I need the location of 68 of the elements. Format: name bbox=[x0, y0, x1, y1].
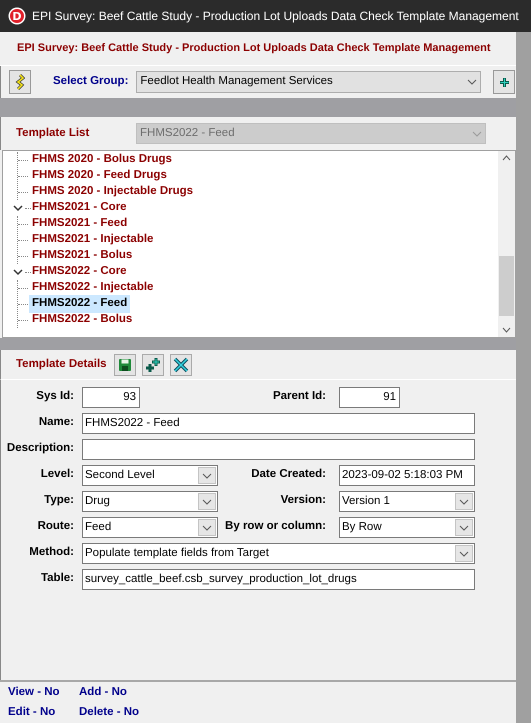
field-label: By row or column: bbox=[224, 519, 326, 534]
tree-item[interactable]: FHMS 2020 - Feed Drugs bbox=[29, 167, 170, 185]
add-button[interactable] bbox=[493, 70, 516, 94]
permission-text: Add - No bbox=[79, 684, 128, 700]
tree-node[interactable]: FHMS2021 - Core bbox=[31, 199, 128, 217]
chevron-down-icon[interactable] bbox=[13, 267, 23, 277]
app-logo-icon: D bbox=[8, 7, 26, 25]
tree-item[interactable]: FHMS2022 - Injectable bbox=[29, 279, 156, 297]
save-button[interactable] bbox=[114, 354, 136, 376]
select-group-label: Select Group: bbox=[53, 74, 128, 90]
field-label: Type: bbox=[43, 493, 74, 508]
page-heading: EPI Survey: Beef Cattle Study - Production Lot Uploads Data Check Template Management bbox=[17, 41, 490, 56]
field-label: Sys Id: bbox=[35, 389, 74, 404]
field-label: Description: bbox=[6, 441, 74, 456]
field-label: Date Created: bbox=[250, 467, 326, 482]
permission-text: Edit - No bbox=[8, 705, 56, 720]
chevron-down-icon bbox=[459, 498, 469, 504]
dropdown[interactable]: Second Level bbox=[82, 465, 218, 486]
field-label: Method: bbox=[28, 545, 74, 560]
permission-text: View - No bbox=[8, 684, 61, 700]
tree-node[interactable]: FHMS2022 - Core bbox=[31, 263, 128, 281]
cross-icon bbox=[172, 356, 189, 372]
group-dropdown[interactable]: Feedlot Health Management Services bbox=[136, 71, 482, 93]
scrollbar-thumb[interactable] bbox=[499, 256, 514, 316]
field-label: Level: bbox=[40, 467, 74, 482]
tree-item[interactable]: FHMS2021 - Bolus bbox=[29, 247, 136, 265]
tree-item[interactable]: FHMS 2020 - Bolus Drugs bbox=[29, 151, 175, 169]
scrollbar[interactable] bbox=[498, 151, 515, 337]
delete-button[interactable] bbox=[170, 354, 192, 376]
scrollbar-track[interactable] bbox=[516, 32, 531, 723]
field-label: Parent Id: bbox=[272, 389, 326, 404]
chevron-down-icon bbox=[202, 498, 212, 504]
field-label: Name: bbox=[38, 415, 74, 430]
field-label: Table: bbox=[40, 571, 74, 586]
field-label: Version: bbox=[280, 493, 326, 508]
chevron-down-icon bbox=[467, 79, 478, 85]
tree-item[interactable]: FHMS2021 - Feed bbox=[29, 215, 130, 233]
plus-icon bbox=[498, 76, 510, 88]
text-field[interactable]: survey_cattle_beef.csb_survey_production_lot_drugs bbox=[82, 569, 475, 590]
chevron-down-icon[interactable] bbox=[502, 327, 511, 333]
text-field[interactable] bbox=[82, 439, 475, 460]
text-field[interactable]: 2023-09-02 5:18:03 PM bbox=[339, 465, 475, 486]
add-child-button[interactable] bbox=[142, 354, 164, 376]
dropdown[interactable]: Populate template fields from Target bbox=[82, 543, 475, 564]
field-label: Route: bbox=[36, 519, 74, 534]
tree-item[interactable]: FHMS 2020 - Injectable Drugs bbox=[29, 183, 196, 201]
tree-item[interactable]: FHMS2022 - Feed bbox=[29, 295, 130, 313]
tree-item[interactable]: FHMS2021 - Injectable bbox=[29, 231, 156, 249]
tree-item[interactable]: FHMS2022 - Bolus bbox=[29, 311, 136, 329]
dropdown[interactable]: Feed bbox=[82, 517, 218, 538]
window-title: EPI Survey: Beef Cattle Study - Production Lot Uploads Data Check Template Management bbox=[32, 8, 519, 25]
chevron-down-icon bbox=[202, 472, 212, 478]
chevron-down-icon bbox=[202, 524, 212, 530]
chevron-down-icon[interactable] bbox=[13, 203, 23, 213]
chevron-down-icon bbox=[459, 524, 469, 530]
chevron-down-icon bbox=[472, 130, 482, 136]
plus-icon bbox=[144, 356, 161, 372]
permission-text: Delete - No bbox=[79, 705, 140, 720]
template-details-label: Template Details bbox=[16, 356, 107, 372]
dropdown[interactable]: Drug bbox=[82, 491, 218, 512]
dropdown[interactable]: By Row bbox=[339, 517, 475, 538]
chevron-down-icon bbox=[459, 550, 469, 556]
template-list-label: Template List bbox=[16, 126, 90, 141]
chevron-up-icon[interactable] bbox=[502, 155, 511, 161]
number-field[interactable]: 93 bbox=[82, 387, 140, 408]
text-field[interactable]: FHMS2022 - Feed bbox=[82, 413, 475, 434]
number-field[interactable]: 91 bbox=[339, 387, 400, 408]
dropdown[interactable]: Version 1 bbox=[339, 491, 475, 512]
